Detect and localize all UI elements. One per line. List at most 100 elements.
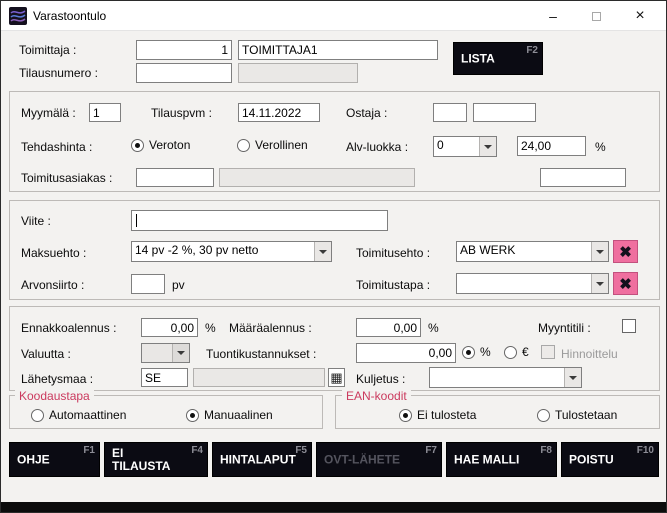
store-label: Myymälä :: [21, 106, 76, 120]
radio-ei-tulosteta[interactable]: Ei tulosteta: [399, 408, 476, 422]
delivery-method-combobox[interactable]: [456, 273, 609, 294]
clear-delivery-term-button[interactable]: ✖: [613, 240, 638, 263]
delivery-customer-extra-input[interactable]: [540, 168, 626, 187]
radio-import-cost-percent[interactable]: %: [462, 345, 491, 359]
radio-verollinen-label: Verollinen: [255, 138, 308, 152]
clear-delivery-method-button[interactable]: ✖: [613, 272, 638, 295]
transport-combobox[interactable]: [429, 367, 582, 388]
advance-discount-percent-sign: %: [205, 321, 216, 335]
pricing-label: Hinnoittelu: [561, 347, 618, 361]
ean-codes-group-title: EAN-koodit: [342, 389, 411, 403]
radio-circle-icon: [131, 139, 144, 152]
title-bar: Varastoontulo – ×: [1, 1, 666, 31]
supplier-name-input[interactable]: [238, 40, 438, 60]
sales-account-checkbox[interactable]: [622, 319, 636, 333]
payment-term-combobox[interactable]: 14 pv -2 %, 30 pv netto: [131, 241, 332, 262]
supplier-code-input[interactable]: [136, 40, 232, 60]
text-caret: [136, 214, 137, 227]
dispatch-country-lookup-button[interactable]: ▦: [328, 368, 345, 387]
button-label: HAE MALLI: [454, 453, 519, 466]
fkey-label: F7: [425, 445, 437, 456]
varastoontulo-window: Varastoontulo – × Toimittaja : Tilausnum…: [0, 0, 667, 513]
radio-circle-icon: [237, 139, 250, 152]
button-label: OHJE: [17, 453, 50, 466]
payment-term-label: Maksuehto :: [21, 246, 86, 260]
advance-discount-label: Ennakkoalennus :: [21, 321, 116, 335]
delivery-method-label: Toimitustapa :: [356, 278, 430, 292]
radio-percent-label: %: [480, 345, 491, 359]
radio-automaattinen[interactable]: Automaattinen: [31, 408, 126, 422]
reference-input[interactable]: [131, 210, 388, 231]
dropdown-arrow-icon: [479, 137, 496, 156]
currency-value: [142, 344, 172, 362]
radio-veroton-label: Veroton: [149, 138, 190, 152]
close-button[interactable]: ×: [625, 4, 655, 28]
poistu-button[interactable]: F10 POISTU: [561, 442, 659, 477]
delivery-customer-label: Toimitusasiakas :: [21, 171, 112, 185]
vat-class-value: 0: [434, 137, 479, 156]
fkey-label: F8: [540, 445, 552, 456]
dropdown-arrow-icon: [591, 242, 608, 261]
sales-account-label: Myyntitili :: [538, 321, 591, 335]
order-date-input[interactable]: [238, 103, 320, 122]
radio-automaattinen-label: Automaattinen: [49, 408, 126, 422]
advance-discount-input[interactable]: [141, 318, 198, 337]
lista-button[interactable]: F2 LISTA: [453, 42, 543, 75]
dropdown-arrow-icon: [591, 274, 608, 293]
quantity-discount-percent-sign: %: [428, 321, 439, 335]
supplier-label: Toimittaja :: [19, 43, 76, 57]
hintalaput-button[interactable]: F5 HINTALAPUT: [212, 442, 312, 477]
window-bottom-strip: [1, 502, 666, 512]
minimize-button[interactable]: –: [538, 4, 568, 28]
vat-percent-input[interactable]: [517, 136, 586, 156]
delivery-term-combobox[interactable]: AB WERK: [456, 241, 609, 262]
ei-tilausta-button[interactable]: F4 EI TILAUSTA: [104, 442, 208, 477]
order-date-label: Tilauspvm :: [151, 106, 212, 120]
radio-ei-tulosteta-label: Ei tulosteta: [417, 408, 476, 422]
value-transfer-input[interactable]: [131, 274, 165, 294]
buyer-code-input[interactable]: [433, 103, 467, 122]
pricing-checkbox: [541, 345, 555, 359]
delivery-customer-code-input[interactable]: [136, 168, 214, 187]
fkey-label: F10: [637, 445, 654, 456]
radio-verollinen[interactable]: Verollinen: [237, 138, 308, 152]
coding-method-group-title: Koodaustapa: [15, 389, 94, 403]
hae-malli-button[interactable]: F8 HAE MALLI: [446, 442, 557, 477]
quantity-discount-input[interactable]: [356, 318, 421, 337]
fkey-label: F4: [191, 445, 203, 456]
dropdown-arrow-icon: [172, 344, 189, 362]
value-transfer-label: Arvonsiirto :: [21, 278, 84, 292]
buyer-label: Ostaja :: [346, 106, 387, 120]
store-input[interactable]: [89, 103, 121, 122]
maximize-rect-icon: [592, 12, 601, 21]
radio-manuaalinen-label: Manuaalinen: [204, 408, 273, 422]
radio-manuaalinen[interactable]: Manuaalinen: [186, 408, 273, 422]
delivery-term-value: AB WERK: [457, 242, 591, 261]
radio-tulostetaan-label: Tulostetaan: [555, 408, 617, 422]
vat-class-combobox[interactable]: 0: [433, 136, 497, 157]
radio-circle-icon: [504, 346, 517, 359]
dispatch-country-label: Lähetysmaa :: [21, 372, 93, 386]
app-logo-icon: [9, 7, 27, 25]
button-label: OVT-LÄHETE: [324, 453, 400, 466]
order-number-alt-field: [238, 63, 358, 83]
import-costs-input[interactable]: [356, 343, 456, 363]
dispatch-country-name-field: [193, 368, 325, 387]
grid-icon: ▦: [330, 371, 342, 384]
payment-term-value: 14 pv -2 %, 30 pv netto: [132, 242, 314, 261]
radio-veroton[interactable]: Veroton: [131, 138, 190, 152]
ovt-lahete-button: F7 OVT-LÄHETE: [316, 442, 442, 477]
dropdown-arrow-icon: [314, 242, 331, 261]
radio-tulostetaan[interactable]: Tulostetaan: [537, 408, 617, 422]
dispatch-country-input[interactable]: [141, 368, 188, 387]
radio-circle-icon: [186, 409, 199, 422]
quantity-discount-label: Määräalennus :: [229, 321, 312, 335]
radio-circle-icon: [462, 346, 475, 359]
radio-import-cost-euro[interactable]: €: [504, 345, 529, 359]
radio-euro-label: €: [522, 345, 529, 359]
buyer-name-input[interactable]: [473, 103, 536, 122]
ohje-button[interactable]: F1 OHJE: [9, 442, 100, 477]
transport-label: Kuljetus :: [356, 372, 405, 386]
delivery-customer-name-field: [219, 168, 415, 187]
order-number-input[interactable]: [136, 63, 232, 83]
